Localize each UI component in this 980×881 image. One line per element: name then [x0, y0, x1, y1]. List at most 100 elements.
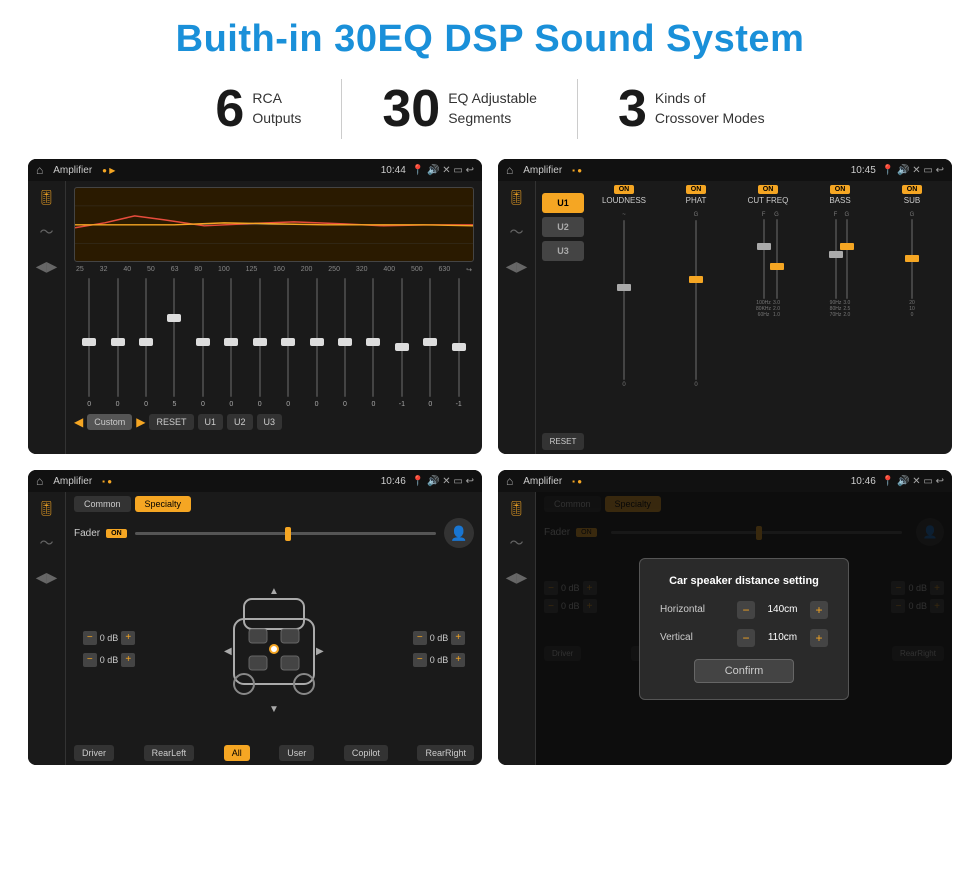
db-minus-rr[interactable]: − [413, 653, 427, 667]
modal-title: Car speaker distance setting [660, 575, 828, 587]
stat-item-eq: 30 EQ AdjustableSegments [342, 83, 577, 135]
fader-h-slider[interactable] [135, 532, 436, 535]
fader-speaker-icon[interactable]: ◀▶ [36, 569, 58, 586]
left-db-controls: − 0 dB + − 0 dB + [74, 631, 144, 667]
u3-btn[interactable]: U3 [542, 241, 584, 261]
fader-label: Fader [74, 528, 100, 539]
dist-sidebar: 🎚 〜 ◀▶ [498, 492, 536, 765]
db-plus-rr[interactable]: + [451, 653, 465, 667]
eq-slider-3: 0 [133, 278, 159, 408]
driver-btn[interactable]: Driver [74, 745, 114, 761]
all-btn[interactable]: All [224, 745, 250, 761]
eq-wave-icon[interactable]: 〜 [40, 222, 54, 242]
channel-cutfreq: ON CUT FREQ F 100Hz80KHz60Hz [734, 185, 802, 450]
horizontal-plus-btn[interactable]: + [810, 601, 828, 619]
cross-left: U1 U2 U3 RESET [542, 185, 584, 450]
screen-distance: ⌂ Amplifier ▪ ● 10:46 📍 🔊 ✕ ▭ ↩ 🎚 〜 ◀▶ C… [498, 470, 952, 765]
fader-filter-icon[interactable]: 🎚 [38, 500, 56, 517]
eq-slider-12: -1 [389, 278, 415, 408]
vertical-plus-btn[interactable]: + [810, 629, 828, 647]
eq-slider-2: 0 [104, 278, 130, 408]
cross-speaker-icon[interactable]: ◀▶ [506, 258, 528, 275]
db-minus-fr[interactable]: − [413, 631, 427, 645]
vertical-control: − 110cm + [737, 629, 828, 647]
loudness-on-badge: ON [614, 185, 635, 194]
eq-slider-13: 0 [417, 278, 443, 408]
eq-slider-4: 5 [161, 278, 187, 408]
screen-fader: ⌂ Amplifier ▪ ● 10:46 📍 🔊 ✕ ▭ ↩ 🎚 〜 ◀▶ C… [28, 470, 482, 765]
home-icon-2[interactable]: ⌂ [506, 163, 513, 177]
app-title-3: Amplifier [53, 476, 92, 487]
cross-wave-icon[interactable]: 〜 [510, 222, 524, 242]
home-icon-4[interactable]: ⌂ [506, 474, 513, 488]
eq-filter-icon[interactable]: 🎚 [38, 189, 56, 206]
eq-u2-btn[interactable]: U2 [227, 414, 253, 430]
user-btn[interactable]: User [279, 745, 314, 761]
db-plus-rl[interactable]: + [121, 653, 135, 667]
eq-u1-btn[interactable]: U1 [198, 414, 224, 430]
svg-text:▶: ▶ [316, 646, 324, 657]
svg-text:▲: ▲ [269, 586, 279, 597]
copilot-btn[interactable]: Copilot [344, 745, 388, 761]
u2-btn[interactable]: U2 [542, 217, 584, 237]
eq-prev-arrow[interactable]: ◀ [74, 415, 83, 429]
rearright-btn[interactable]: RearRight [417, 745, 474, 761]
db-minus-fl[interactable]: − [83, 631, 97, 645]
dist-screen-content: 🎚 〜 ◀▶ Common Specialty Fader ON [498, 492, 952, 765]
modal-overlay: Car speaker distance setting Horizontal … [536, 492, 952, 765]
db-plus-fr[interactable]: + [451, 631, 465, 645]
fader-control-row: Fader ON 👤 [74, 518, 474, 548]
fader-bottom-btns: Driver RearLeft All User Copilot RearRig… [74, 745, 474, 761]
eq-labels-row: 2532405063 80100125160200 25032040050063… [74, 266, 474, 274]
status-bar-1: ⌂ Amplifier ● ▶ 10:44 📍 🔊 ✕ ▭ ↩ [28, 159, 482, 181]
horizontal-minus-btn[interactable]: − [737, 601, 755, 619]
status-bar-3: ⌂ Amplifier ▪ ● 10:46 📍 🔊 ✕ ▭ ↩ [28, 470, 482, 492]
app-title-2: Amplifier [523, 165, 562, 176]
eq-custom-btn[interactable]: Custom [87, 414, 132, 430]
dist-wave-icon[interactable]: 〜 [510, 533, 524, 553]
app-title-4: Amplifier [523, 476, 562, 487]
horizontal-value: 140cm [760, 604, 805, 615]
eq-reset-btn[interactable]: RESET [149, 414, 193, 430]
stat-number-rca: 6 [215, 83, 244, 135]
home-icon-3[interactable]: ⌂ [36, 474, 43, 488]
eq-slider-1: 0 [76, 278, 102, 408]
fader-wave-icon[interactable]: 〜 [40, 533, 54, 553]
status-icons-1: 📍 🔊 ✕ ▭ ↩ [412, 165, 474, 176]
rearleft-btn[interactable]: RearLeft [144, 745, 195, 761]
u1-btn[interactable]: U1 [542, 193, 584, 213]
db-value-fl: 0 dB [100, 633, 119, 643]
bass-on-badge: ON [830, 185, 851, 194]
vertical-minus-btn[interactable]: − [737, 629, 755, 647]
eq-slider-14: -1 [445, 278, 471, 408]
fader-specialty-tab[interactable]: Specialty [135, 496, 192, 512]
fader-common-tab[interactable]: Common [74, 496, 131, 512]
db-control-fl: − 0 dB + [83, 631, 136, 645]
home-icon-1[interactable]: ⌂ [36, 163, 43, 177]
fader-tab-row: Common Specialty [74, 496, 474, 512]
stat-item-rca: 6 RCAOutputs [175, 83, 341, 135]
phat-label: PHAT [686, 196, 707, 205]
status-dots-1: ● ▶ [102, 166, 115, 175]
vertical-value: 110cm [760, 632, 805, 643]
cross-reset-btn[interactable]: RESET [542, 433, 584, 450]
confirm-button[interactable]: Confirm [694, 659, 795, 683]
fader-sidebar: 🎚 〜 ◀▶ [28, 492, 66, 765]
cross-filter-icon[interactable]: 🎚 [508, 189, 526, 206]
eq-sidebar: 🎚 〜 ◀▶ [28, 181, 66, 454]
fader-on-badge: ON [106, 529, 127, 538]
dist-filter-icon[interactable]: 🎚 [508, 500, 526, 517]
db-value-rr: 0 dB [430, 655, 449, 665]
eq-speaker-icon[interactable]: ◀▶ [36, 258, 58, 275]
dist-speaker-icon[interactable]: ◀▶ [506, 569, 528, 586]
status-icons-2: 📍 🔊 ✕ ▭ ↩ [882, 165, 944, 176]
eq-u3-btn[interactable]: U3 [257, 414, 283, 430]
db-plus-fl[interactable]: + [121, 631, 135, 645]
cross-main: U1 U2 U3 RESET ON LOUDNESS [536, 181, 952, 454]
stat-number-cross: 3 [618, 83, 647, 135]
db-minus-rl[interactable]: − [83, 653, 97, 667]
eq-slider-5: 0 [190, 278, 216, 408]
eq-next-arrow[interactable]: ▶ [136, 415, 145, 429]
status-time-4: 10:46 [851, 476, 876, 487]
db-control-rr: − 0 dB + [413, 653, 466, 667]
